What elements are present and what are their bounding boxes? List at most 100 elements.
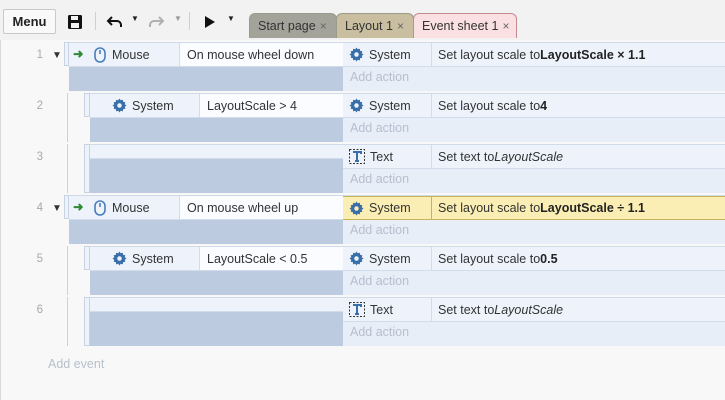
- condition-object[interactable]: System: [90, 94, 200, 117]
- empty-condition-row[interactable]: [90, 145, 343, 159]
- action-object[interactable]: System: [343, 43, 432, 66]
- empty-condition-row[interactable]: [90, 298, 343, 312]
- action-object[interactable]: Text: [343, 298, 432, 321]
- tab-start-page[interactable]: Start page ×: [249, 13, 337, 38]
- action-text[interactable]: Set layout scale to LayoutScale × 1.1: [432, 43, 725, 66]
- condition-object[interactable]: Mouse: [89, 196, 180, 219]
- condition-row[interactable]: ➜ Mouse On mouse wheel up: [69, 196, 343, 220]
- condition-object-name: System: [132, 251, 174, 266]
- conditions-block[interactable]: ➜ Mouse On mouse wheel down: [69, 42, 343, 91]
- action-text[interactable]: Set layout scale to 0.5: [432, 247, 725, 270]
- action-object[interactable]: System: [343, 197, 432, 219]
- action-row-selected[interactable]: System Set layout scale to LayoutScale ÷…: [343, 196, 725, 220]
- action-text-prefix: Set text to: [438, 149, 495, 164]
- event-row[interactable]: 1 ▼ ➜ Mouse On mouse wheel down System S…: [1, 42, 725, 91]
- play-icon[interactable]: [201, 9, 219, 34]
- event-row[interactable]: 5 System LayoutScale < 0.5 System Set la…: [1, 246, 725, 295]
- condition-row[interactable]: System LayoutScale < 0.5: [90, 247, 343, 271]
- mouse-icon: [93, 46, 107, 63]
- actions-block[interactable]: System Set layout scale to 4 Add action: [343, 93, 725, 142]
- redo-icon[interactable]: [145, 9, 167, 34]
- collapse-triangle-icon[interactable]: ▼: [52, 50, 62, 61]
- add-action-link[interactable]: Add action: [350, 325, 409, 339]
- action-object[interactable]: System: [343, 94, 432, 117]
- text-object-icon: [349, 302, 365, 317]
- action-object-name: System: [369, 201, 411, 215]
- tab-label: Layout 1: [345, 19, 393, 33]
- add-action-link[interactable]: Add action: [350, 223, 409, 237]
- condition-object[interactable]: System: [90, 247, 200, 270]
- condition-object[interactable]: Mouse: [89, 43, 180, 66]
- conditions-block[interactable]: System LayoutScale < 0.5: [90, 246, 343, 295]
- condition-row[interactable]: System LayoutScale > 4: [90, 94, 343, 118]
- menu-button[interactable]: Menu: [3, 9, 56, 34]
- action-row[interactable]: Text Set text to LayoutScale: [343, 145, 725, 169]
- action-text-value: 0.5: [540, 251, 558, 266]
- action-row[interactable]: Text Set text to LayoutScale: [343, 298, 725, 322]
- action-text[interactable]: Set layout scale to LayoutScale ÷ 1.1: [432, 197, 725, 219]
- conditions-block[interactable]: [90, 144, 343, 193]
- event-row[interactable]: 3 Text Set text to LayoutScale Add actio…: [1, 144, 725, 193]
- action-text-prefix: Set layout scale to: [438, 251, 541, 266]
- condition-text[interactable]: LayoutScale > 4: [200, 94, 343, 117]
- actions-block[interactable]: System Set layout scale to LayoutScale ÷…: [343, 195, 725, 244]
- undo-dropdown-icon[interactable]: ▼: [131, 14, 139, 23]
- action-text-value: LayoutScale ÷ 1.1: [540, 201, 645, 215]
- gear-icon: [349, 251, 364, 266]
- action-text-value: LayoutScale: [494, 302, 564, 317]
- collapse-triangle-icon[interactable]: ▼: [52, 203, 62, 214]
- action-text-value: LayoutScale: [494, 149, 564, 164]
- action-row[interactable]: System Set layout scale to 4: [343, 94, 725, 118]
- add-action-link[interactable]: Add action: [350, 121, 409, 135]
- gear-icon: [112, 98, 127, 113]
- action-text[interactable]: Set layout scale to 4: [432, 94, 725, 117]
- tab-layout-1[interactable]: Layout 1 ×: [336, 13, 414, 38]
- action-row[interactable]: System Set layout scale to 0.5: [343, 247, 725, 271]
- redo-dropdown-icon[interactable]: ▼: [174, 14, 182, 23]
- add-action-link[interactable]: Add action: [350, 172, 409, 186]
- action-object[interactable]: Text: [343, 145, 432, 168]
- mouse-icon: [93, 199, 107, 216]
- action-row[interactable]: System Set layout scale to LayoutScale ×…: [343, 43, 725, 67]
- actions-block[interactable]: Text Set text to LayoutScale Add action: [343, 297, 725, 346]
- event-sheet: 1 ▼ ➜ Mouse On mouse wheel down System S…: [0, 40, 725, 400]
- action-text[interactable]: Set text to LayoutScale: [432, 298, 725, 321]
- condition-text[interactable]: LayoutScale < 0.5: [200, 247, 343, 270]
- add-action-link[interactable]: Add action: [350, 70, 409, 84]
- tab-label: Start page: [258, 19, 316, 33]
- parent-indent-line: [67, 246, 68, 295]
- add-action-link[interactable]: Add action: [350, 274, 409, 288]
- conditions-block[interactable]: ➜ Mouse On mouse wheel up: [69, 195, 343, 244]
- condition-object-name: Mouse: [112, 47, 150, 62]
- close-icon[interactable]: ×: [502, 19, 509, 33]
- action-text-prefix: Set layout scale to: [438, 201, 541, 215]
- event-number: 1: [36, 49, 43, 61]
- actions-block[interactable]: System Set layout scale to 0.5 Add actio…: [343, 246, 725, 295]
- actions-block[interactable]: System Set layout scale to LayoutScale ×…: [343, 42, 725, 91]
- action-text[interactable]: Set text to LayoutScale: [432, 145, 725, 168]
- save-icon[interactable]: [64, 9, 86, 34]
- undo-icon[interactable]: [104, 9, 126, 34]
- condition-text[interactable]: On mouse wheel up: [180, 196, 343, 219]
- conditions-block[interactable]: System LayoutScale > 4: [90, 93, 343, 142]
- action-text-prefix: Set layout scale to: [438, 47, 541, 62]
- action-object-name: System: [369, 47, 411, 62]
- event-row[interactable]: 6 Text Set text to LayoutScale Add actio…: [1, 297, 725, 346]
- action-text-value: 4: [540, 98, 548, 113]
- actions-block[interactable]: Text Set text to LayoutScale Add action: [343, 144, 725, 193]
- tab-event-sheet-1[interactable]: Event sheet 1 ×: [413, 13, 517, 38]
- close-icon[interactable]: ×: [320, 19, 327, 33]
- action-object[interactable]: System: [343, 247, 432, 270]
- gear-icon: [349, 47, 364, 62]
- action-object-name: Text: [370, 302, 393, 317]
- close-icon[interactable]: ×: [397, 19, 404, 33]
- text-object-icon: [349, 149, 365, 164]
- condition-text[interactable]: On mouse wheel down: [180, 43, 343, 66]
- event-row[interactable]: 2 System LayoutScale > 4 System Set layo…: [1, 93, 725, 142]
- event-row[interactable]: 4 ▼ ➜ Mouse On mouse wheel up System Set…: [1, 195, 725, 244]
- conditions-block[interactable]: [90, 297, 343, 346]
- add-event-link[interactable]: Add event: [48, 357, 104, 371]
- play-dropdown-icon[interactable]: ▼: [227, 14, 235, 23]
- action-text-prefix: Set text to: [438, 302, 495, 317]
- condition-row[interactable]: ➜ Mouse On mouse wheel down: [69, 43, 343, 67]
